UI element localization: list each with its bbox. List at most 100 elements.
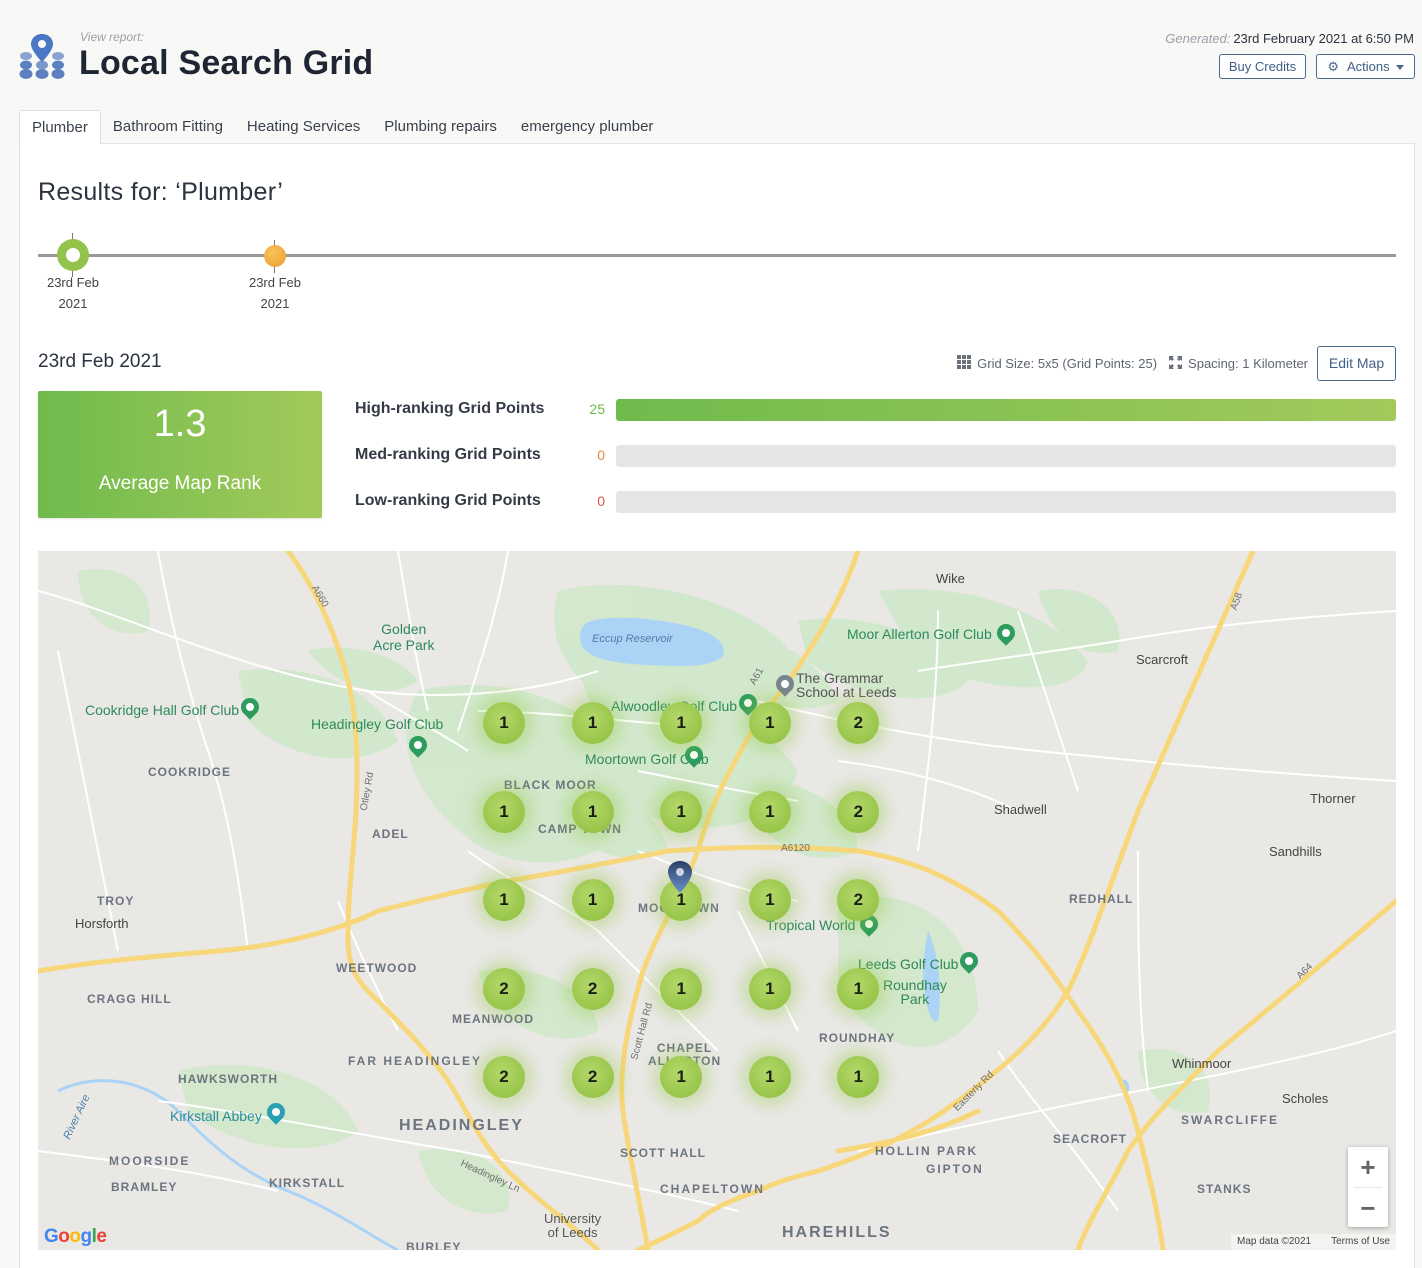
caret-down-icon: [1395, 65, 1404, 71]
ranking-count: 0: [597, 447, 605, 463]
map-label: Cookridge Hall Golf Club: [85, 702, 240, 718]
buy-credits-button[interactable]: Buy Credits: [1219, 54, 1306, 79]
tab-plumbing-repairs[interactable]: Plumbing repairs: [372, 110, 509, 144]
map-label: KIRKSTALL: [269, 1176, 346, 1190]
map-label: Headingley Golf Club: [311, 716, 444, 732]
timeline-date-2-line1: 23rd Feb: [248, 275, 302, 290]
average-rank-label: Average Map Rank: [98, 473, 262, 494]
ranking-label: Med-ranking Grid Points: [355, 446, 541, 463]
map-label: CRAGG HILL: [87, 992, 172, 1006]
spacing-label: Spacing: 1 Kilometer: [1188, 356, 1308, 371]
tab-bathroom-fitting[interactable]: Bathroom Fitting: [101, 110, 235, 144]
grid-point-r2-c3[interactable]: 1: [660, 790, 703, 833]
map-label: HOLLIN PARK: [875, 1144, 979, 1158]
generated-timestamp: Generated: 23rd February 2021 at 6:50 PM: [1165, 31, 1414, 46]
ranking-count: 0: [597, 493, 605, 509]
ranking-count: 25: [589, 401, 605, 417]
grid-point-r1-c2[interactable]: 1: [571, 702, 614, 744]
grid-point-r4-c5[interactable]: 1: [837, 967, 880, 1010]
tab-emergency-plumber[interactable]: emergency plumber: [509, 110, 666, 144]
map-label: Thorner: [1310, 791, 1356, 806]
google-logo[interactable]: Google: [44, 1226, 107, 1248]
timeline-date-2-line2: 2021: [260, 296, 290, 311]
grid-point-r4-c3[interactable]: 1: [660, 967, 703, 1010]
grid-size-label: Grid Size: 5x5 (Grid Points: 25): [977, 356, 1158, 371]
grid-point-r3-c4[interactable]: 1: [748, 879, 791, 922]
map-label: Sandhills: [1269, 844, 1322, 859]
timeline-date-2: 23rd Feb 2021: [235, 272, 315, 314]
road-label: A6120: [781, 843, 810, 854]
map-label: Wike: [936, 571, 965, 586]
actions-dropdown-button[interactable]: ⚙ Actions: [1316, 54, 1415, 79]
timeline-date-1: 23rd Feb 2021: [33, 272, 113, 314]
map-label: Kirkstall Abbey: [170, 1108, 262, 1124]
map-data-label: Map data ©2021: [1237, 1236, 1312, 1247]
zoom-out-button[interactable]: −: [1348, 1188, 1388, 1228]
snapshot-date: 23rd Feb 2021: [38, 351, 162, 372]
keyword-tabs: Plumber Bathroom Fitting Heating Service…: [19, 110, 665, 144]
tab-plumber[interactable]: Plumber: [19, 110, 101, 144]
grid-point-r1-c4[interactable]: 1: [748, 702, 791, 744]
generated-value: 23rd February 2021 at 6:50 PM: [1233, 31, 1414, 46]
map-label: BRAMLEY: [111, 1180, 178, 1194]
timeline-node[interactable]: [264, 245, 286, 267]
map-zoom-control: + −: [1348, 1147, 1388, 1227]
map-label: Horsforth: [75, 916, 129, 931]
map-label: FAR HEADINGLEY: [348, 1054, 483, 1068]
map-label: ROUNDHAY: [819, 1031, 896, 1045]
map-label: Whinmoor: [1172, 1056, 1232, 1071]
map-label: MEANWOOD: [452, 1012, 534, 1026]
map-label: COOKRIDGE: [148, 765, 232, 779]
grid-icon: [957, 355, 972, 372]
map-label: GIPTON: [926, 1162, 984, 1176]
map-label: ADEL: [372, 827, 409, 841]
gear-icon: ⚙: [1327, 59, 1339, 74]
terms-of-use-link[interactable]: Terms of Use: [1331, 1234, 1390, 1250]
ranking-label: High-ranking Grid Points: [355, 400, 545, 417]
map-attribution: Map data ©2021 Terms of Use: [1231, 1234, 1396, 1250]
grid-point-r1-c1[interactable]: 1: [483, 702, 525, 744]
map-label: HEADINGLEY: [399, 1117, 524, 1134]
grid-point-r3-c2[interactable]: 1: [571, 879, 614, 922]
ranking-bar-track: [616, 491, 1396, 513]
grid-point-r2-c5[interactable]: 2: [837, 790, 880, 833]
grid-point-r5-c2[interactable]: 2: [571, 1056, 614, 1099]
map-label: MOORSIDE: [109, 1154, 191, 1168]
map-label: Tropical World: [766, 917, 856, 933]
grid-point-r5-c4[interactable]: 1: [748, 1056, 791, 1099]
results-title: Results for: ‘Plumber’: [38, 178, 284, 206]
grid-point-r2-c4[interactable]: 1: [748, 790, 791, 833]
map-label: SEACROFT: [1053, 1132, 1127, 1146]
map-label: BURLEY: [406, 1240, 462, 1250]
grid-point-r4-c2[interactable]: 2: [571, 967, 614, 1010]
timeline-node-selected[interactable]: [57, 239, 89, 271]
tab-heating-services[interactable]: Heating Services: [235, 110, 372, 144]
generated-label: Generated:: [1165, 31, 1231, 46]
map-label: Leeds Golf Club: [858, 956, 959, 972]
map-view[interactable]: Golden Acre Park Eccup Reservoir Wike Mo…: [38, 551, 1396, 1250]
map-label: HAWKSWORTH: [178, 1072, 278, 1086]
grid-point-r4-c4[interactable]: 1: [748, 967, 791, 1010]
ranking-row-low: Low-ranking Grid Points 0: [355, 489, 1396, 513]
business-location-pin-icon[interactable]: [667, 860, 693, 894]
map-label: REDHALL: [1069, 892, 1134, 906]
map-label: Scarcroft: [1136, 652, 1189, 667]
timeline-date-1-line2: 2021: [58, 296, 88, 311]
page-title: Local Search Grid: [79, 44, 374, 82]
grid-point-r2-c2[interactable]: 1: [571, 790, 614, 833]
map-label: TROY: [97, 894, 135, 908]
edit-map-button[interactable]: Edit Map: [1317, 346, 1396, 381]
map-label: The Grammar School at Leeds: [796, 670, 897, 700]
grid-point-r1-c3[interactable]: 1: [660, 702, 703, 744]
actions-label: Actions: [1347, 59, 1390, 74]
grid-point-r4-c1[interactable]: 2: [483, 967, 525, 1010]
grid-point-r3-c1[interactable]: 1: [483, 879, 525, 922]
map-label: STANKS: [1197, 1182, 1252, 1196]
zoom-in-button[interactable]: +: [1348, 1147, 1388, 1187]
map-label: Shadwell: [994, 802, 1047, 817]
average-map-rank-card: 1.3 Average Map Rank: [38, 391, 322, 518]
timeline-date-1-line1: 23rd Feb: [46, 275, 100, 290]
grid-point-r2-c1[interactable]: 1: [483, 790, 525, 833]
ranking-bar-track: [616, 399, 1396, 421]
map-label: University of Leeds: [544, 1211, 602, 1240]
